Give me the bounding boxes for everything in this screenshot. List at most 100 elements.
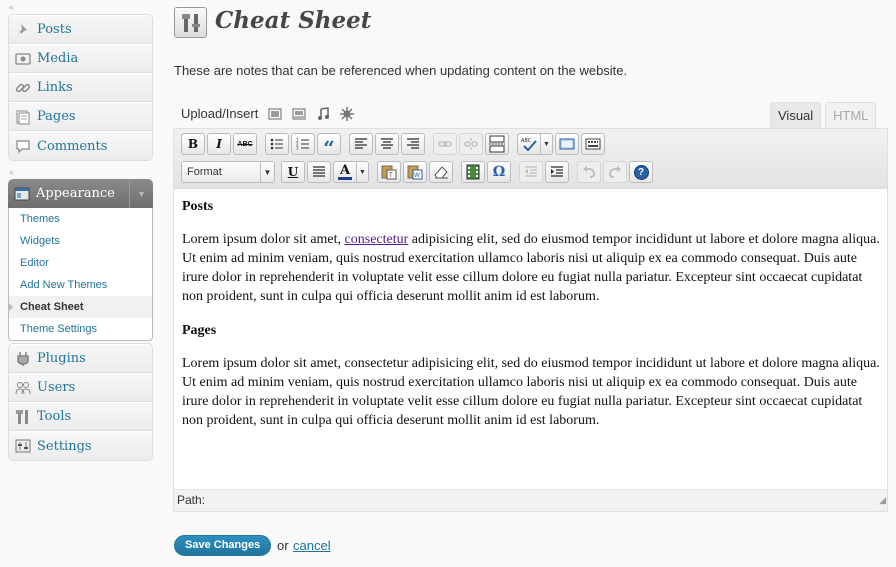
- submenu-toggle-icon[interactable]: ▼: [129, 179, 153, 208]
- sidebar-item-users[interactable]: Users: [9, 373, 152, 402]
- unlink-icon: [464, 138, 478, 150]
- strikethrough-button[interactable]: ABC: [233, 133, 257, 155]
- content-link[interactable]: consectetur: [345, 232, 409, 247]
- collapse-arrow-icon[interactable]: «: [9, 166, 14, 178]
- add-image-icon[interactable]: [268, 108, 282, 120]
- spellcheck-split-button: ABC ▼: [517, 133, 553, 155]
- sidebar-item-plugins[interactable]: Plugins: [9, 344, 152, 373]
- menu-separator: «: [8, 165, 153, 179]
- sidebar-item-appearance[interactable]: Appearance ▼: [8, 179, 153, 208]
- help-icon: ?: [633, 164, 649, 180]
- help-button[interactable]: ?: [629, 161, 653, 183]
- paste-text-icon: T: [381, 165, 397, 180]
- align-center-button[interactable]: [375, 133, 399, 155]
- page-title: Cheat Sheet: [215, 7, 372, 34]
- path-label: Path:: [177, 493, 206, 507]
- link-icon: [14, 79, 32, 97]
- insert-more-button[interactable]: [485, 133, 509, 155]
- bullet-list-icon: [270, 138, 283, 150]
- appearance-menu: Appearance ▼ Themes Widgets Editor Add N…: [8, 179, 153, 341]
- sidebar-item-settings[interactable]: Settings: [9, 431, 152, 460]
- kitchen-sink-icon: [585, 138, 601, 150]
- bullet-list-button[interactable]: [265, 133, 289, 155]
- format-select[interactable]: Format ▼: [181, 161, 275, 183]
- sidebar-item-pages[interactable]: Pages: [9, 102, 152, 131]
- submenu-item-add-new-themes[interactable]: Add New Themes: [9, 274, 152, 296]
- submenu-item-widgets[interactable]: Widgets: [9, 230, 152, 252]
- spellcheck-button[interactable]: ABC: [517, 133, 541, 155]
- insert-link-button[interactable]: [433, 133, 457, 155]
- paste-word-icon: W: [407, 165, 423, 180]
- svg-text:T: T: [388, 172, 393, 179]
- toolbar-row-1: B I ABC 123 “ ABC ▼: [181, 132, 607, 160]
- sidebar-item-media[interactable]: Media: [9, 44, 152, 73]
- text-color-split-button: A ▼: [333, 161, 369, 183]
- pages-icon: [14, 108, 32, 126]
- italic-button[interactable]: I: [207, 133, 231, 155]
- align-left-icon: [355, 138, 367, 149]
- outdent-button[interactable]: [519, 161, 543, 183]
- text-color-icon: A: [339, 162, 351, 178]
- numbered-list-button[interactable]: 123: [291, 133, 315, 155]
- text-color-button[interactable]: A: [333, 161, 357, 183]
- bold-button[interactable]: B: [181, 133, 205, 155]
- chevron-down-icon[interactable]: ▼: [357, 161, 369, 183]
- kitchen-sink-button[interactable]: [581, 133, 605, 155]
- numbered-list-icon: 123: [296, 138, 309, 150]
- upload-insert-label: Upload/Insert: [181, 106, 259, 121]
- media-buttons: Upload/Insert: [181, 106, 355, 121]
- cancel-link[interactable]: cancel: [293, 538, 331, 553]
- undo-button[interactable]: [577, 161, 601, 183]
- paste-text-button[interactable]: T: [377, 161, 401, 183]
- justify-button[interactable]: [307, 161, 331, 183]
- clear-formatting-button[interactable]: [429, 161, 453, 183]
- chevron-down-icon[interactable]: ▼: [541, 133, 553, 155]
- sidebar-item-comments[interactable]: Comments: [9, 131, 152, 160]
- paste-word-button[interactable]: W: [403, 161, 427, 183]
- link-icon: [438, 141, 452, 147]
- sidebar-item-links[interactable]: Links: [9, 73, 152, 102]
- sidebar-item-label: Settings: [37, 438, 92, 454]
- redo-button[interactable]: [603, 161, 627, 183]
- submenu-item-cheat-sheet[interactable]: Cheat Sheet: [8, 296, 152, 318]
- add-audio-icon[interactable]: [316, 106, 330, 121]
- sidebar-item-tools[interactable]: Tools: [9, 402, 152, 431]
- menu-group-top: Posts Media Links Pages Comments: [8, 14, 153, 161]
- add-video-icon[interactable]: [292, 108, 306, 120]
- insert-media-button[interactable]: [461, 161, 485, 183]
- tab-html[interactable]: HTML: [825, 102, 877, 128]
- film-icon: [466, 164, 480, 180]
- special-character-button[interactable]: Ω: [487, 161, 511, 183]
- sidebar-item-label: Plugins: [37, 351, 86, 366]
- sidebar-item-posts[interactable]: Posts: [9, 15, 152, 44]
- resize-handle-icon[interactable]: ◢: [879, 490, 886, 510]
- menu-separator: «: [8, 0, 153, 14]
- content-paragraph: Lorem ipsum dolor sit amet, consectetur …: [182, 356, 880, 428]
- align-right-button[interactable]: [401, 133, 425, 155]
- indent-button[interactable]: [545, 161, 569, 183]
- blockquote-button[interactable]: “: [317, 133, 341, 160]
- add-media-icon[interactable]: [340, 106, 355, 121]
- unlink-button[interactable]: [459, 133, 483, 155]
- underline-icon: U: [287, 165, 299, 179]
- justify-icon: [313, 166, 325, 177]
- fullscreen-button[interactable]: [555, 133, 579, 155]
- submenu-item-editor[interactable]: Editor: [9, 252, 152, 274]
- collapse-arrow-icon[interactable]: «: [9, 1, 14, 13]
- italic-icon: I: [216, 137, 222, 151]
- submenu-item-themes[interactable]: Themes: [9, 208, 152, 230]
- submenu-item-theme-settings[interactable]: Theme Settings: [9, 318, 152, 340]
- blockquote-icon: “: [323, 136, 335, 160]
- outdent-icon: [525, 166, 537, 177]
- settings-icon: [14, 437, 32, 455]
- sidebar-item-label: Pages: [37, 109, 76, 124]
- editor-content[interactable]: Posts Lorem ipsum dolor sit amet, consec…: [182, 197, 882, 445]
- chevron-down-icon: ▼: [260, 162, 274, 182]
- align-left-button[interactable]: [349, 133, 373, 155]
- tab-visual[interactable]: Visual: [770, 102, 822, 128]
- spellcheck-icon: ABC: [521, 138, 537, 151]
- tools-icon: [14, 408, 32, 426]
- underline-button[interactable]: U: [281, 161, 305, 183]
- save-changes-button[interactable]: Save Changes: [174, 535, 272, 556]
- sidebar-item-label: Tools: [37, 409, 72, 424]
